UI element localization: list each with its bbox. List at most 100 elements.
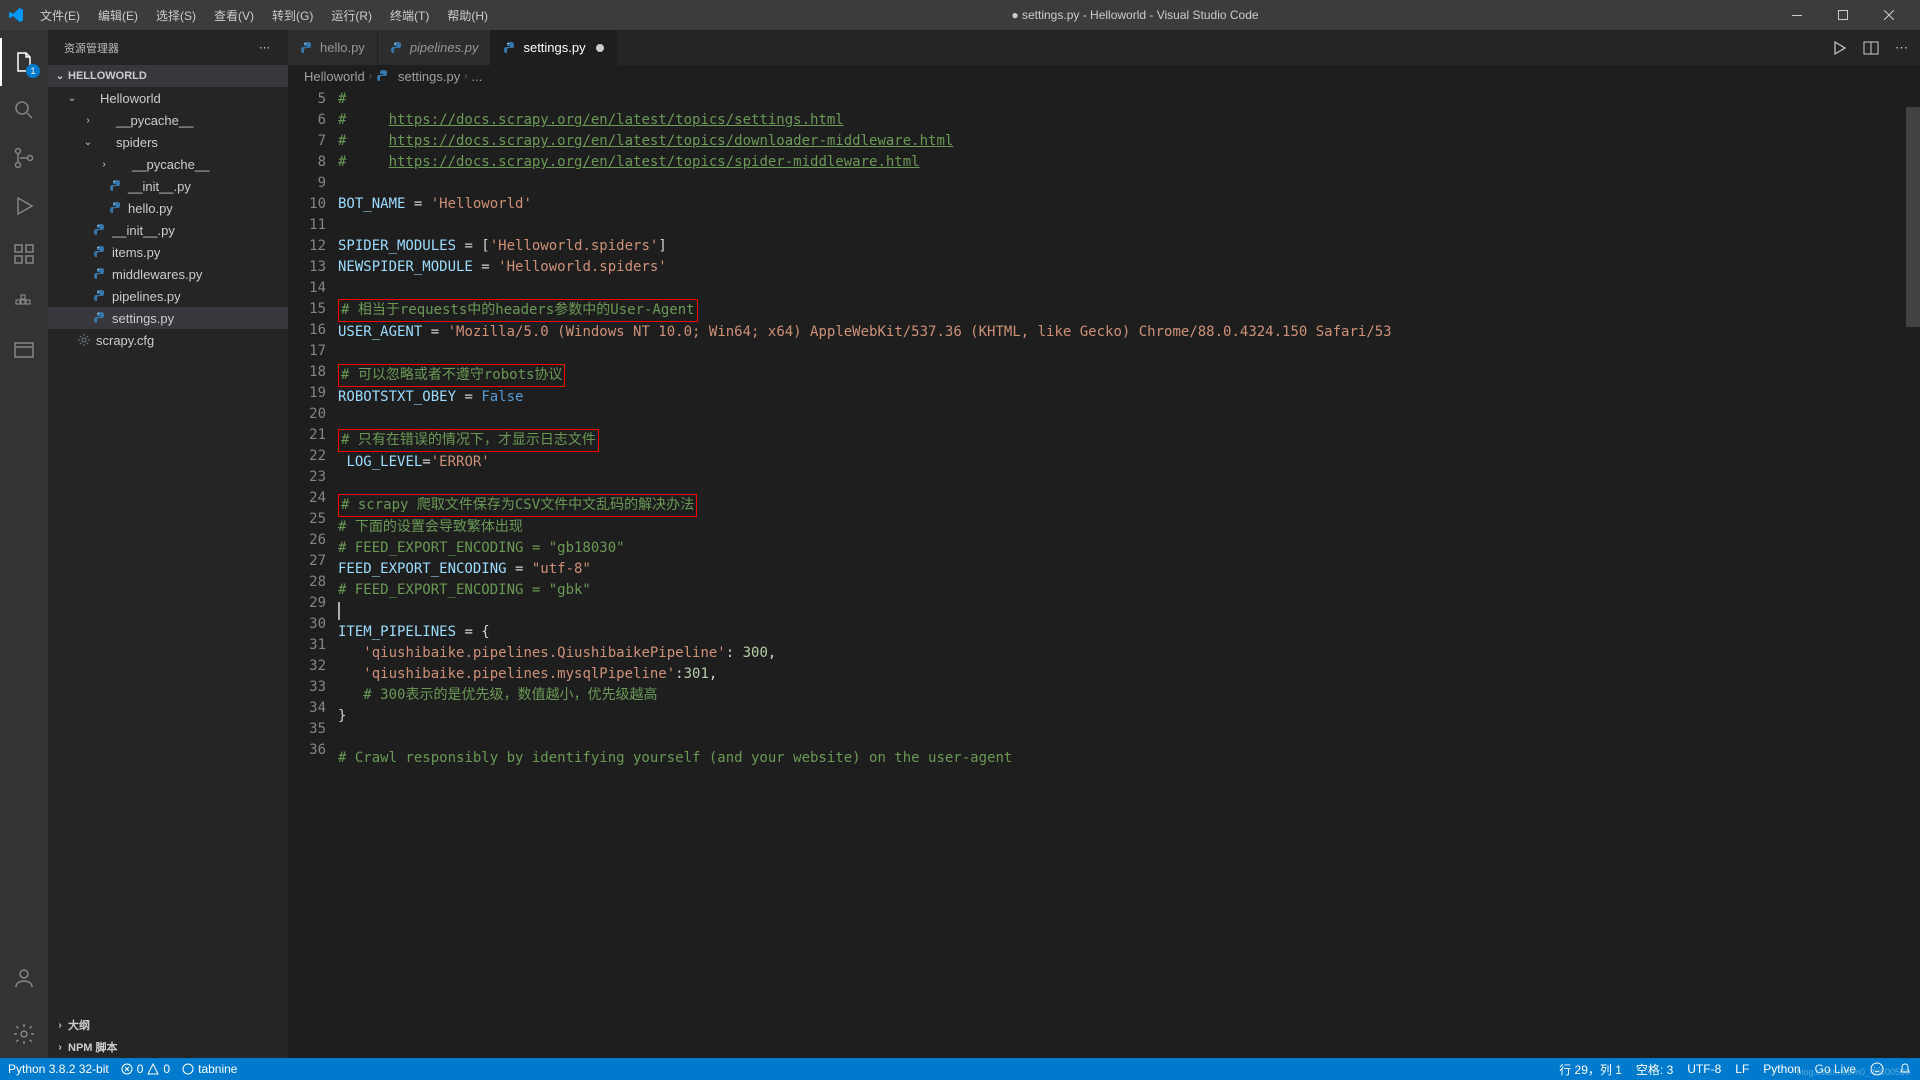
file-row[interactable]: __init__.py bbox=[48, 175, 288, 197]
window-title: ● settings.py - Helloworld - Visual Stud… bbox=[496, 8, 1774, 22]
menu-item[interactable]: 编辑(E) bbox=[90, 3, 146, 28]
folder-icon bbox=[112, 156, 128, 172]
menu-item[interactable]: 转到(G) bbox=[264, 3, 321, 28]
folder-row[interactable]: ⌄Helloworld bbox=[48, 87, 288, 109]
encoding[interactable]: UTF-8 bbox=[1687, 1062, 1721, 1076]
chevron-right-icon: › bbox=[96, 159, 112, 170]
file-label: __init__.py bbox=[128, 179, 191, 194]
file-label: items.py bbox=[112, 245, 160, 260]
status-bar: Python 3.8.2 32-bit 0 0 tabnine 行 29，列 1… bbox=[0, 1058, 1920, 1080]
watermark: blog.csdn.net/m0_46500590 bbox=[1796, 1067, 1910, 1077]
python-file-icon bbox=[390, 41, 404, 55]
npm-label: NPM 脚本 bbox=[68, 1039, 118, 1055]
folder-icon bbox=[80, 90, 96, 106]
docker-icon[interactable] bbox=[0, 278, 48, 326]
sidebar-more-icon[interactable]: ⋯ bbox=[259, 41, 272, 54]
vertical-scrollbar[interactable] bbox=[1906, 87, 1920, 1058]
editor-tab[interactable]: hello.py bbox=[288, 30, 378, 65]
line-gutter: 5678910111213141516171819202122232425262… bbox=[288, 87, 338, 1058]
editor-tab[interactable]: settings.py bbox=[491, 30, 616, 65]
folder-row[interactable]: ›__pycache__ bbox=[48, 153, 288, 175]
dirty-indicator-icon bbox=[596, 44, 604, 52]
python-file-icon bbox=[92, 222, 108, 238]
menu-item[interactable]: 终端(T) bbox=[382, 3, 437, 28]
menu-item[interactable]: 帮助(H) bbox=[439, 3, 496, 28]
accounts-icon[interactable] bbox=[0, 954, 48, 1002]
python-file-icon bbox=[92, 288, 108, 304]
close-button[interactable] bbox=[1866, 0, 1912, 30]
settings-gear-icon[interactable] bbox=[0, 1010, 48, 1058]
sidebar-header: 资源管理器 ⋯ bbox=[48, 30, 288, 65]
maximize-button[interactable] bbox=[1820, 0, 1866, 30]
split-editor-icon[interactable] bbox=[1863, 40, 1879, 56]
source-control-icon[interactable] bbox=[0, 134, 48, 182]
minimize-button[interactable] bbox=[1774, 0, 1820, 30]
file-tree: ⌄Helloworld›__pycache__⌄spiders›__pycach… bbox=[48, 87, 288, 351]
breadcrumb[interactable]: Helloworld›settings.py›... bbox=[288, 65, 1920, 87]
indentation[interactable]: 空格: 3 bbox=[1636, 1061, 1673, 1078]
npm-section[interactable]: › NPM 脚本 bbox=[48, 1036, 288, 1058]
code-lines[interactable]: ## https://docs.scrapy.org/en/latest/top… bbox=[338, 87, 1920, 1058]
file-row[interactable]: __init__.py bbox=[48, 219, 288, 241]
scroll-thumb[interactable] bbox=[1906, 107, 1920, 327]
menu-item[interactable]: 选择(S) bbox=[148, 3, 204, 28]
python-file-icon bbox=[92, 266, 108, 282]
breadcrumb-item[interactable]: ... bbox=[472, 69, 483, 84]
file-row[interactable]: settings.py bbox=[48, 307, 288, 329]
chevron-down-icon: ⌄ bbox=[80, 137, 96, 148]
problems-errors[interactable]: 0 0 bbox=[121, 1062, 170, 1076]
outline-section[interactable]: › 大纲 bbox=[48, 1014, 288, 1036]
menu-bar: 文件(E)编辑(E)选择(S)查看(V)转到(G)运行(R)终端(T)帮助(H) bbox=[32, 3, 496, 28]
chevron-right-icon: › bbox=[52, 1020, 68, 1031]
cursor-position[interactable]: 行 29，列 1 bbox=[1559, 1061, 1622, 1078]
folder-icon bbox=[96, 112, 112, 128]
file-row[interactable]: scrapy.cfg bbox=[48, 329, 288, 351]
project-name: HELLOWORLD bbox=[68, 70, 147, 82]
file-row[interactable]: pipelines.py bbox=[48, 285, 288, 307]
sidebar-title: 资源管理器 bbox=[64, 40, 119, 56]
terminal-panel-icon[interactable] bbox=[0, 326, 48, 374]
breadcrumb-item[interactable]: Helloworld bbox=[304, 69, 365, 84]
tabnine-status[interactable]: tabnine bbox=[182, 1062, 237, 1076]
search-icon[interactable] bbox=[0, 86, 48, 134]
chevron-down-icon: ⌄ bbox=[64, 93, 80, 104]
titlebar: 文件(E)编辑(E)选择(S)查看(V)转到(G)运行(R)终端(T)帮助(H)… bbox=[0, 0, 1920, 30]
menu-item[interactable]: 文件(E) bbox=[32, 3, 88, 28]
breadcrumb-item[interactable]: settings.py bbox=[398, 69, 460, 84]
file-label: pipelines.py bbox=[112, 289, 181, 304]
extensions-icon[interactable] bbox=[0, 230, 48, 278]
folder-row[interactable]: ⌄spiders bbox=[48, 131, 288, 153]
file-row[interactable]: hello.py bbox=[48, 197, 288, 219]
chevron-down-icon: ⌄ bbox=[52, 71, 68, 82]
folder-icon bbox=[96, 134, 112, 150]
folder-row[interactable]: ›__pycache__ bbox=[48, 109, 288, 131]
more-icon[interactable]: ⋯ bbox=[1895, 40, 1908, 56]
menu-item[interactable]: 运行(R) bbox=[323, 3, 380, 28]
run-debug-icon[interactable] bbox=[0, 182, 48, 230]
language-mode[interactable]: Python bbox=[1763, 1062, 1800, 1076]
config-file-icon bbox=[76, 332, 92, 348]
python-file-icon bbox=[300, 41, 314, 55]
tab-bar: hello.py pipelines.py settings.py ⋯ bbox=[288, 30, 1920, 65]
editor-area: hello.py pipelines.py settings.py ⋯ Hellowo… bbox=[288, 30, 1920, 1058]
chevron-right-icon: › bbox=[369, 71, 372, 82]
explorer-icon[interactable]: 1 bbox=[0, 38, 48, 86]
explorer-badge: 1 bbox=[26, 64, 40, 78]
python-version[interactable]: Python 3.8.2 32-bit bbox=[8, 1062, 109, 1076]
file-label: scrapy.cfg bbox=[96, 333, 154, 348]
python-file-icon bbox=[92, 244, 108, 260]
file-row[interactable]: middlewares.py bbox=[48, 263, 288, 285]
python-file-icon bbox=[376, 69, 390, 84]
menu-item[interactable]: 查看(V) bbox=[206, 3, 262, 28]
python-file-icon bbox=[108, 178, 124, 194]
project-section[interactable]: ⌄ HELLOWORLD bbox=[48, 65, 288, 87]
file-row[interactable]: items.py bbox=[48, 241, 288, 263]
code-editor[interactable]: 5678910111213141516171819202122232425262… bbox=[288, 87, 1920, 1058]
run-icon[interactable] bbox=[1831, 40, 1847, 56]
tab-label: settings.py bbox=[523, 40, 585, 55]
editor-tab[interactable]: pipelines.py bbox=[378, 30, 492, 65]
chevron-right-icon: › bbox=[80, 115, 96, 126]
tab-label: hello.py bbox=[320, 40, 365, 55]
eol[interactable]: LF bbox=[1735, 1062, 1749, 1076]
outline-label: 大纲 bbox=[68, 1017, 90, 1033]
